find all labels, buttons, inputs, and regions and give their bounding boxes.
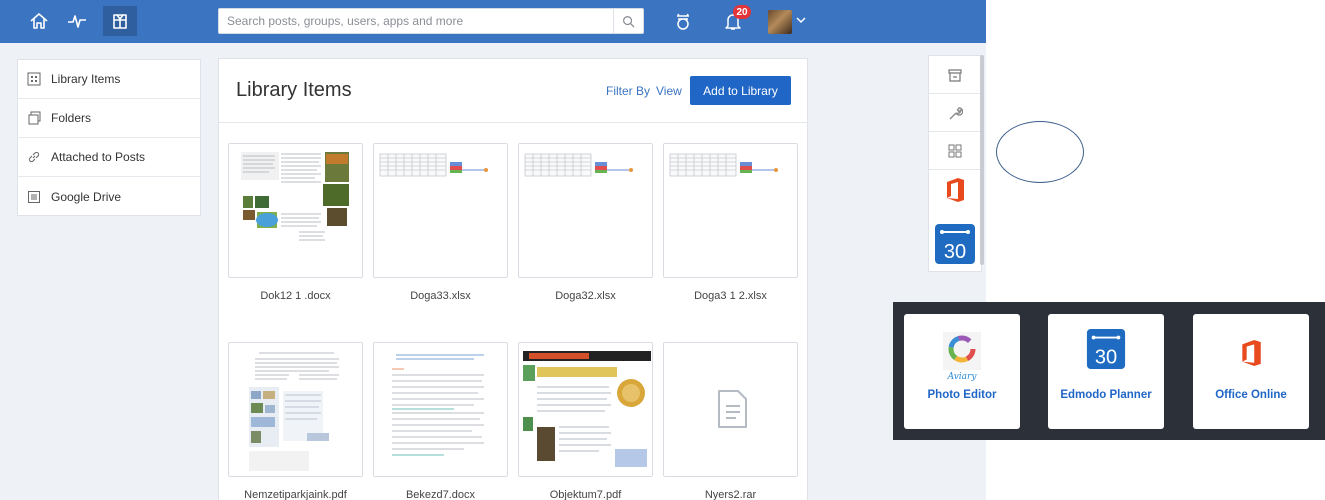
- chevron-down-icon[interactable]: [795, 14, 807, 26]
- spotlight-icon[interactable]: [668, 6, 698, 36]
- sidebar-item-label: Library Items: [51, 72, 121, 86]
- apps-grid-icon[interactable]: [929, 132, 981, 169]
- office-icon[interactable]: [929, 170, 981, 210]
- top-navigation-bar: 20: [0, 0, 986, 43]
- home-icon[interactable]: [24, 6, 54, 36]
- aviary-wordmark: Aviary: [947, 372, 977, 382]
- sidebar-item-library-items[interactable]: Library Items: [18, 60, 200, 99]
- library-item-thumbnail[interactable]: [518, 342, 653, 477]
- sidebar-item-folders[interactable]: Folders: [18, 99, 200, 138]
- app-tile-office-online[interactable]: Office Online: [1193, 314, 1309, 429]
- sidebar-item-google-drive[interactable]: Google Drive: [18, 177, 200, 216]
- planner-icon: 30: [1085, 328, 1127, 370]
- library-item-name: Nemzetiparkjaink.pdf: [244, 489, 347, 500]
- library-item-thumbnail[interactable]: [373, 342, 508, 477]
- spreadsheet-preview: [524, 153, 633, 177]
- divider: [219, 122, 807, 123]
- library-item-thumbnail[interactable]: [373, 143, 508, 278]
- library-item-thumbnail[interactable]: [518, 143, 653, 278]
- app-window: 20 Library Items Folders Attached to Pos…: [0, 0, 1325, 500]
- annotation-ellipse: [996, 121, 1084, 183]
- library-item-thumbnail[interactable]: [228, 143, 363, 278]
- search-button[interactable]: [613, 9, 643, 33]
- notification-badge: 20: [733, 5, 751, 19]
- planner-day: 30: [944, 241, 966, 263]
- link-icon: [28, 151, 40, 163]
- library-item-name: Objektum7.pdf: [549, 489, 622, 500]
- add-to-library-button[interactable]: Add to Library: [690, 76, 791, 105]
- library-item-thumbnail[interactable]: [663, 342, 798, 477]
- store-icon[interactable]: [929, 56, 981, 93]
- grid-icon: [27, 72, 41, 86]
- aviary-icon: [941, 330, 983, 372]
- library-sidebar: Library Items Folders Attached to Posts …: [17, 59, 201, 216]
- app-label: Office Online: [1215, 389, 1287, 401]
- sidebar-item-label: Attached to Posts: [51, 150, 146, 164]
- drive-icon: [28, 190, 40, 203]
- document-preview: [392, 354, 484, 456]
- folder-icon: [28, 111, 41, 125]
- office-icon: [1230, 332, 1272, 374]
- app-tile-photo-editor[interactable]: Aviary Photo Editor: [904, 314, 1020, 429]
- view-link[interactable]: View: [656, 84, 682, 98]
- library-item-name: Bekezd7.docx: [405, 489, 476, 500]
- library-item-name: Doga32.xlsx: [555, 290, 616, 302]
- avatar[interactable]: [768, 10, 792, 34]
- backpack-icon[interactable]: [103, 6, 137, 36]
- right-app-column: 30: [928, 55, 982, 272]
- app-tile-edmodo-planner[interactable]: 30 Edmodo Planner: [1048, 314, 1164, 429]
- document-preview: [249, 352, 339, 471]
- spreadsheet-preview: [379, 153, 488, 177]
- app-label: Edmodo Planner: [1060, 389, 1152, 401]
- document-preview: [523, 351, 651, 467]
- filter-by-link[interactable]: Filter By: [606, 84, 650, 98]
- library-item-thumbnail[interactable]: [228, 342, 363, 477]
- search-bar: [218, 8, 644, 34]
- library-item-thumbnail[interactable]: [663, 143, 798, 278]
- app-label: Photo Editor: [927, 389, 997, 401]
- sidebar-item-label: Google Drive: [51, 189, 122, 204]
- library-panel: Library Items Filter By View Add to Libr…: [218, 58, 808, 500]
- apps-popup: Aviary Photo Editor 30 Edmodo Planner Of…: [893, 302, 1325, 440]
- document-preview: [241, 152, 349, 241]
- sidebar-item-label: Folders: [51, 111, 92, 125]
- page-title: Library Items: [236, 79, 352, 101]
- search-icon: [623, 15, 635, 28]
- library-item-name: Doga33.xlsx: [410, 290, 471, 302]
- planner-day: 30: [1095, 346, 1117, 368]
- activity-icon[interactable]: [62, 6, 92, 36]
- planner-icon[interactable]: 30: [929, 222, 981, 266]
- sidebar-item-attached-to-posts[interactable]: Attached to Posts: [18, 138, 200, 177]
- wrench-icon[interactable]: [929, 94, 981, 131]
- scrollbar[interactable]: [980, 55, 984, 265]
- search-input[interactable]: [219, 9, 613, 33]
- library-item-name: Nyers2.rar: [704, 489, 757, 500]
- file-icon: [718, 390, 747, 428]
- library-item-name: Dok12 1 .docx: [260, 290, 331, 302]
- library-item-name: Doga3 1 2.xlsx: [694, 290, 767, 302]
- spreadsheet-preview: [669, 153, 778, 177]
